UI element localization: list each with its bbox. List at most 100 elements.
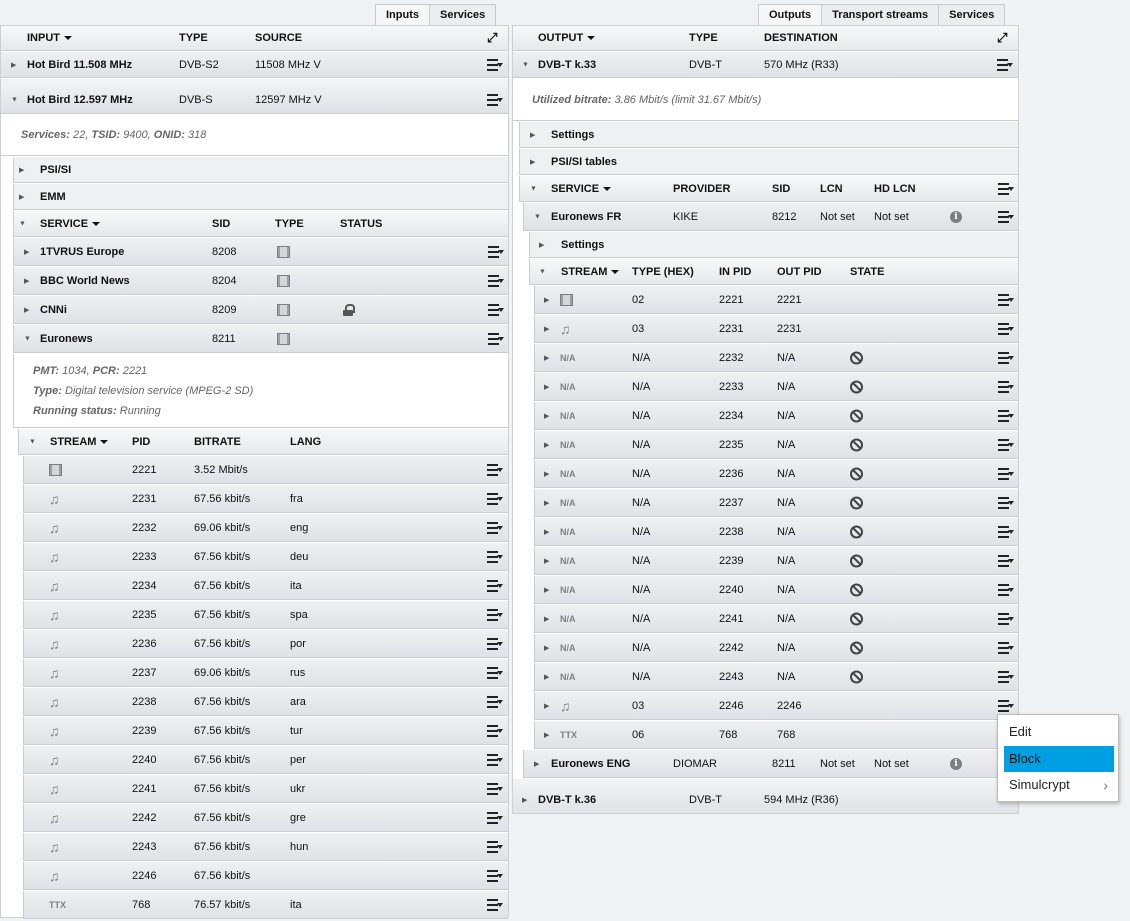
stream-row[interactable]: ♫ 2236 67.56 kbit/s por	[23, 630, 508, 658]
expand-triangle-icon[interactable]: ▶	[24, 248, 29, 256]
tab-services[interactable]: Services	[938, 4, 1006, 25]
stream-row[interactable]: ♫ 2232 69.06 kbit/s eng	[23, 514, 508, 542]
row-menu-icon[interactable]	[487, 637, 503, 650]
row-menu-icon[interactable]	[487, 550, 503, 563]
service-column-header[interactable]: SERVICE	[40, 218, 101, 230]
tab-outputs[interactable]: Outputs	[758, 4, 823, 25]
row-menu-icon[interactable]	[998, 670, 1014, 683]
stream-row[interactable]: ♫ 2235 67.56 kbit/s spa	[23, 601, 508, 629]
expand-triangle-icon[interactable]: ▶	[544, 470, 549, 478]
output-stream-row[interactable]: ▶ 02 2221 2221	[534, 286, 1018, 314]
expand-triangle-icon[interactable]: ▶	[11, 61, 16, 69]
output-stream-row[interactable]: ▶ N/A N/A 2242 N/A	[534, 634, 1018, 662]
expand-triangle-icon[interactable]: ▶	[544, 731, 549, 739]
output-stream-row[interactable]: ▶ ♫ 03 2231 2231	[534, 315, 1018, 343]
info-icon[interactable]: i	[950, 210, 962, 223]
expand-triangle-icon[interactable]: ▶	[539, 241, 544, 249]
row-menu-icon[interactable]	[998, 322, 1014, 335]
expand-triangle-icon[interactable]: ▶	[522, 796, 527, 804]
expand-triangle-icon[interactable]: ▶	[534, 760, 539, 768]
row-menu-icon[interactable]	[998, 612, 1014, 625]
row-menu-icon[interactable]	[998, 210, 1014, 223]
stream-row[interactable]: ♫ 2238 67.56 kbit/s ara	[23, 688, 508, 716]
row-menu-icon[interactable]	[998, 351, 1014, 364]
psi-si-tables-row[interactable]: ▶ PSI/SI tables	[519, 149, 1018, 175]
output-stream-row[interactable]: ▶ N/A N/A 2238 N/A	[534, 518, 1018, 546]
menu-item-block[interactable]: Block	[1004, 746, 1114, 772]
stream-row[interactable]: ♫ 2231 67.56 kbit/s fra	[23, 485, 508, 513]
output-stream-row[interactable]: ▶ ♫ 03 2246 2246	[534, 692, 1018, 720]
row-menu-icon[interactable]	[998, 293, 1014, 306]
expand-triangle-icon[interactable]: ▶	[544, 615, 549, 623]
row-menu-icon[interactable]	[487, 840, 503, 853]
tab-services[interactable]: Services	[429, 4, 497, 25]
output-stream-row[interactable]: ▶ TTX 06 768 768	[534, 721, 1018, 749]
row-menu-icon[interactable]	[487, 93, 503, 106]
expand-triangle-icon[interactable]: ▶	[19, 193, 24, 201]
stream-row[interactable]: ♫ 2233 67.56 kbit/s deu	[23, 543, 508, 571]
row-menu-icon[interactable]	[487, 666, 503, 679]
row-menu-icon[interactable]	[998, 438, 1014, 451]
row-menu-icon[interactable]	[997, 58, 1013, 71]
output-stream-row[interactable]: ▶ N/A N/A 2233 N/A	[534, 373, 1018, 401]
row-menu-icon[interactable]	[487, 579, 503, 592]
row-menu-icon[interactable]	[487, 724, 503, 737]
stream-row[interactable]: ♫ 2239 67.56 kbit/s tur	[23, 717, 508, 745]
expand-triangle-icon[interactable]: ▶	[544, 557, 549, 565]
stream-column-header[interactable]: STREAM	[561, 266, 620, 278]
service-row[interactable]: ▼ Euronews 8211	[13, 325, 508, 353]
collapse-triangle-icon[interactable]: ▼	[522, 61, 529, 68]
row-menu-icon[interactable]	[487, 492, 503, 505]
collapse-triangle-icon[interactable]: ▼	[29, 438, 36, 445]
expand-triangle-icon[interactable]: ▶	[544, 528, 549, 536]
row-menu-icon[interactable]	[998, 409, 1014, 422]
expand-triangle-icon[interactable]: ▶	[530, 158, 535, 166]
output-stream-row[interactable]: ▶ N/A N/A 2232 N/A	[534, 344, 1018, 372]
output-stream-row[interactable]: ▶ N/A N/A 2235 N/A	[534, 431, 1018, 459]
service-row[interactable]: ▶ 1TVRUS Europe 8208	[13, 238, 508, 266]
menu-item-edit[interactable]: Edit	[1004, 719, 1114, 745]
output-column-header[interactable]: OUTPUT	[538, 32, 596, 44]
stream-row[interactable]: ♫ 2241 67.56 kbit/s ukr	[23, 775, 508, 803]
row-menu-icon[interactable]	[998, 467, 1014, 480]
row-menu-icon[interactable]	[488, 274, 504, 287]
stream-row[interactable]: ♫ 2234 67.56 kbit/s ita	[23, 572, 508, 600]
output-stream-row[interactable]: ▶ N/A N/A 2234 N/A	[534, 402, 1018, 430]
row-menu-icon[interactable]	[487, 753, 503, 766]
emm-row[interactable]: ▶ EMM	[13, 184, 508, 210]
expand-triangle-icon[interactable]: ▶	[544, 354, 549, 362]
row-menu-icon[interactable]	[488, 303, 504, 316]
stream-row[interactable]: 2221 3.52 Mbit/s	[23, 456, 508, 484]
row-menu-icon[interactable]	[487, 869, 503, 882]
output-stream-row[interactable]: ▶ N/A N/A 2236 N/A	[534, 460, 1018, 488]
output-row[interactable]: ▼ DVB-T k.33 DVB-T 570 MHz (R33)	[513, 52, 1018, 78]
settings-row[interactable]: ▶ Settings	[519, 122, 1018, 148]
expand-triangle-icon[interactable]: ▶	[544, 325, 549, 333]
row-menu-icon[interactable]	[488, 245, 504, 258]
output-row[interactable]: ▶ DVB-T k.36 DVB-T 594 MHz (R36)	[513, 786, 1018, 814]
stream-column-header[interactable]: STREAM	[50, 436, 109, 448]
output-stream-row[interactable]: ▶ N/A N/A 2239 N/A	[534, 547, 1018, 575]
row-menu-icon[interactable]	[487, 608, 503, 621]
expand-triangle-icon[interactable]: ▶	[544, 296, 549, 304]
tab-inputs[interactable]: Inputs	[375, 4, 430, 25]
output-service-row[interactable]: ▼ Euronews FR KIKE 8212 Not set Not set …	[523, 203, 1018, 231]
expand-triangle-icon[interactable]: ▶	[544, 383, 549, 391]
stream-row[interactable]: ♫ 2246 67.56 kbit/s	[23, 862, 508, 890]
stream-row[interactable]: ♫ 2243 67.56 kbit/s hun	[23, 833, 508, 861]
service-settings-row[interactable]: ▶ Settings	[529, 232, 1018, 258]
expand-triangle-icon[interactable]: ▶	[544, 673, 549, 681]
collapse-triangle-icon[interactable]: ▼	[539, 268, 546, 275]
collapse-triangle-icon[interactable]: ▼	[11, 96, 18, 103]
expand-icon[interactable]: ⤢	[487, 30, 497, 46]
output-stream-row[interactable]: ▶ N/A N/A 2237 N/A	[534, 489, 1018, 517]
tab-transport-streams[interactable]: Transport streams	[821, 4, 940, 25]
input-row[interactable]: ▶ Hot Bird 11.508 MHz DVB-S2 11508 MHz V	[1, 52, 508, 78]
row-menu-icon[interactable]	[998, 182, 1014, 195]
collapse-triangle-icon[interactable]: ▼	[534, 213, 541, 220]
row-menu-icon[interactable]	[998, 554, 1014, 567]
info-icon[interactable]: i	[950, 757, 962, 770]
expand-triangle-icon[interactable]: ▶	[544, 412, 549, 420]
row-menu-icon[interactable]	[487, 782, 503, 795]
service-row[interactable]: ▶ CNNi 8209	[13, 296, 508, 324]
